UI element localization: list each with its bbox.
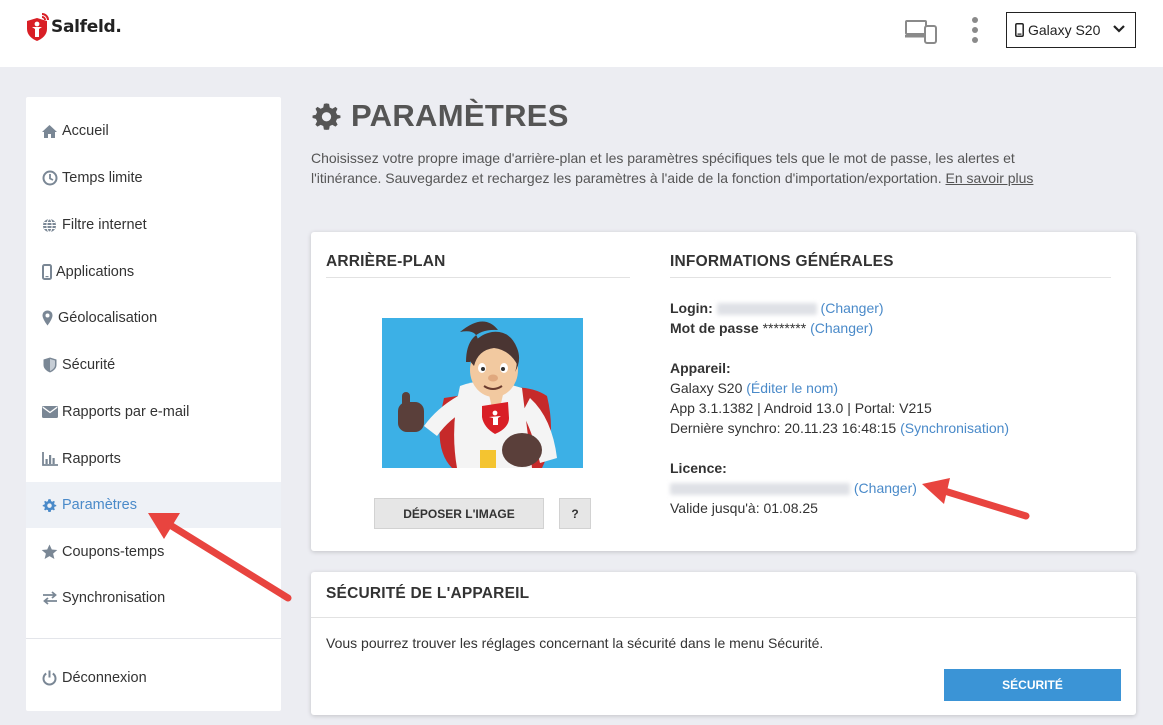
bar-chart-icon — [41, 451, 58, 468]
sidebar-item-label: Filtre internet — [62, 217, 147, 233]
star-icon — [41, 544, 58, 561]
license-label: Licence: — [670, 460, 727, 476]
sidebar-item-label: Coupons-temps — [62, 544, 165, 560]
change-license-link[interactable]: (Changer) — [854, 480, 917, 496]
home-icon — [41, 123, 58, 140]
envelope-icon — [41, 404, 58, 421]
device-selector[interactable]: Galaxy S20 — [1006, 12, 1136, 48]
device-versions: App 3.1.1382 | Android 13.0 | Portal: V2… — [670, 400, 932, 416]
password-row: Mot de passe ******** (Changer) — [670, 320, 873, 336]
change-login-link[interactable]: (Changer) — [821, 300, 884, 316]
sidebar-item-coupons-temps[interactable]: Coupons-temps — [26, 529, 281, 575]
login-redacted — [716, 303, 817, 316]
sidebar-item-label: Synchronisation — [62, 590, 166, 606]
sidebar-item-label: Rapports — [62, 451, 121, 467]
sidebar-item-rapports[interactable]: Rapports — [26, 436, 281, 482]
sidebar-item-securite[interactable]: Sécurité — [26, 342, 281, 388]
sidebar-item-applications[interactable]: Applications — [26, 249, 281, 295]
change-password-link[interactable]: (Changer) — [810, 320, 873, 336]
rename-device-link[interactable]: (Éditer le nom) — [746, 380, 838, 396]
top-bar: Salfeld. Galaxy S20 — [0, 0, 1163, 67]
chevron-down-icon — [1113, 25, 1125, 33]
logout-label: Déconnexion — [62, 670, 147, 686]
device-security-rule — [311, 617, 1136, 618]
logout-button[interactable]: Déconnexion — [26, 655, 281, 701]
sidebar-item-label: Paramètres — [62, 497, 137, 513]
sidebar-item-accueil[interactable]: Accueil — [26, 108, 281, 154]
general-info-rule — [670, 277, 1111, 278]
device-selector-value: Galaxy S20 — [1028, 22, 1101, 38]
sidebar: Accueil Temps limite Filtre internet App… — [26, 97, 281, 711]
upload-image-button[interactable]: DÉPOSER L'IMAGE — [374, 498, 544, 529]
map-pin-icon — [41, 310, 54, 327]
background-title-rule — [326, 277, 630, 278]
clock-icon — [41, 170, 58, 187]
sidebar-item-label: Temps limite — [62, 170, 143, 186]
last-sync-text: Dernière synchro: 20.11.23 16:48:15 — [670, 420, 897, 436]
devices-icon[interactable] — [905, 18, 937, 44]
gear-icon — [41, 497, 58, 514]
valid-until: Valide jusqu'à: 01.08.25 — [670, 500, 818, 516]
sync-icon — [41, 590, 58, 607]
security-button[interactable]: SÉCURITÉ — [944, 669, 1121, 701]
sidebar-item-geolocalisation[interactable]: Géolocalisation — [26, 295, 281, 341]
page-description: Choisissez votre propre image d'arrière-… — [311, 148, 1056, 188]
sidebar-divider — [26, 638, 281, 639]
device-security-title: SÉCURITÉ DE L'APPAREIL — [326, 585, 530, 602]
sidebar-item-label: Géolocalisation — [58, 310, 158, 326]
device-label: Appareil: — [670, 360, 731, 376]
general-info-title: INFORMATIONS GÉNÉRALES — [670, 253, 894, 270]
globe-icon — [41, 217, 58, 234]
sidebar-item-label: Accueil — [62, 123, 109, 139]
shield-icon — [41, 357, 58, 374]
sidebar-item-label: Sécurité — [62, 357, 116, 373]
gear-icon — [312, 102, 341, 130]
device-security-text: Vous pourrez trouver les réglages concer… — [326, 635, 824, 651]
device-name-row: Galaxy S20 (Éditer le nom) — [670, 380, 838, 396]
sidebar-item-parametres[interactable]: Paramètres — [26, 482, 281, 528]
password-label: Mot de passe — [670, 320, 759, 336]
sidebar-item-temps-limite[interactable]: Temps limite — [26, 155, 281, 201]
brand-name: Salfeld. — [51, 17, 122, 37]
background-section-title: ARRIÈRE-PLAN — [326, 253, 446, 270]
last-sync-row: Dernière synchro: 20.11.23 16:48:15 (Syn… — [670, 420, 1009, 436]
login-row: Login: (Changer) — [670, 300, 884, 316]
salfeld-logo[interactable]: Salfeld. — [25, 12, 122, 42]
more-options-icon[interactable] — [970, 16, 980, 44]
sidebar-item-label: Rapports par e-mail — [62, 404, 190, 420]
page-description-text: Choisissez votre propre image d'arrière-… — [311, 150, 1015, 186]
phone-icon — [1015, 23, 1024, 37]
license-redacted — [670, 483, 850, 496]
password-value: ******** — [762, 320, 807, 336]
license-row: (Changer) — [670, 480, 917, 496]
shield-logo-icon — [27, 13, 49, 41]
sidebar-item-synchronisation[interactable]: Synchronisation — [26, 575, 281, 621]
license-label-row: Licence: — [670, 460, 727, 476]
background-image — [382, 318, 583, 468]
login-label: Login: — [670, 300, 713, 316]
help-button[interactable]: ? — [559, 498, 591, 529]
sidebar-item-label: Applications — [56, 264, 135, 280]
phone-icon — [41, 264, 52, 281]
page-title-text: PARAMÈTRES — [351, 98, 569, 133]
page-title: PARAMÈTRES — [311, 98, 569, 134]
sync-link[interactable]: (Synchronisation) — [900, 420, 1009, 436]
sidebar-item-filtre-internet[interactable]: Filtre internet — [26, 202, 281, 248]
device-name: Galaxy S20 — [670, 380, 743, 396]
learn-more-link[interactable]: En savoir plus — [946, 170, 1034, 186]
power-icon — [41, 670, 58, 687]
device-label-row: Appareil: — [670, 360, 731, 376]
superhero-illustration — [398, 321, 557, 468]
sidebar-item-rapports-email[interactable]: Rapports par e-mail — [26, 389, 281, 435]
